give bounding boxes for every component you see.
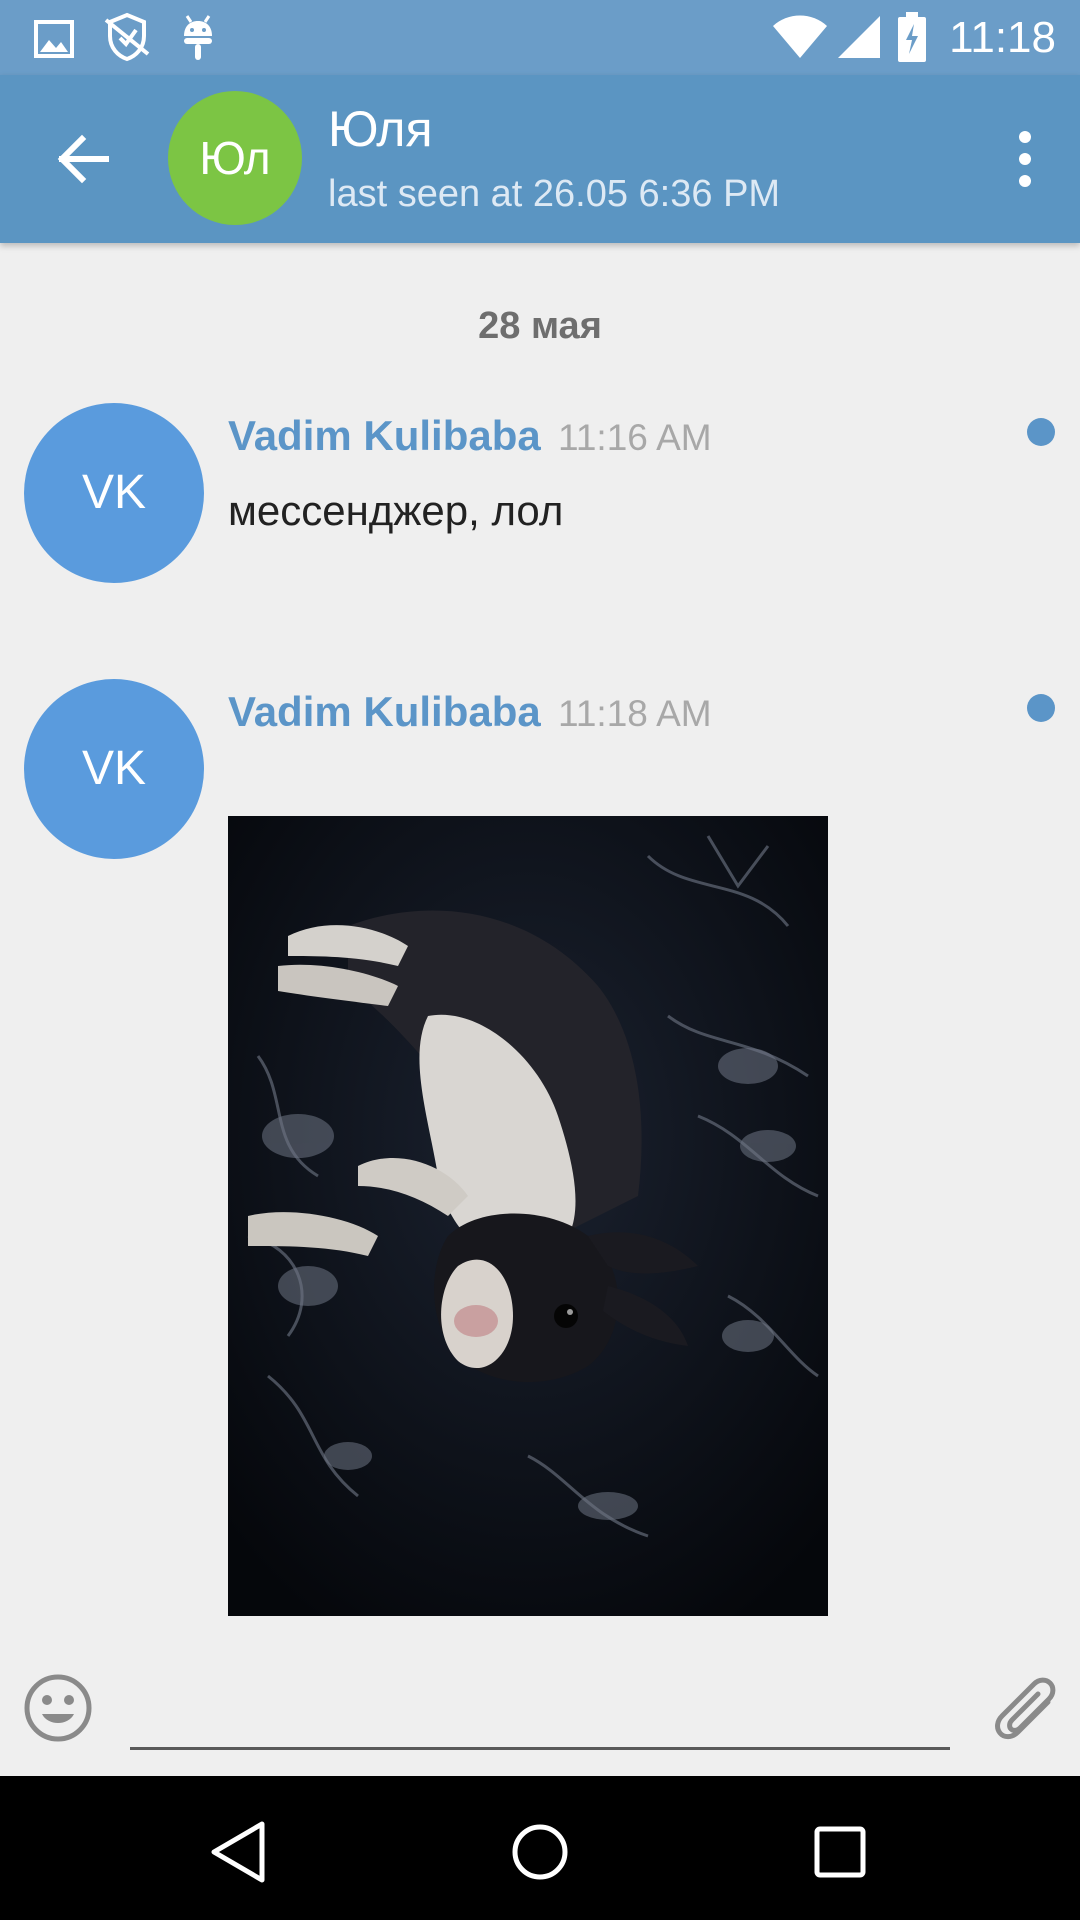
- chat-last-seen: last seen at 26.05 6:36 PM: [328, 173, 781, 215]
- message-input-bar: [0, 1640, 1080, 1776]
- status-bar: 11:18: [0, 0, 1080, 75]
- photo-dog-on-bed: [228, 816, 828, 1616]
- message-avatar[interactable]: VK: [24, 679, 204, 859]
- status-time: 11:18: [949, 13, 1056, 62]
- shield-icon: [104, 12, 150, 62]
- arrow-back-icon: [57, 134, 109, 184]
- chat-title[interactable]: Юля: [328, 101, 433, 157]
- date-divider: 28 мая: [478, 305, 602, 347]
- signal-icon: [838, 16, 880, 58]
- unread-indicator: [1027, 694, 1055, 722]
- nav-home-button[interactable]: [500, 1812, 580, 1892]
- nav-back-button[interactable]: [200, 1812, 280, 1892]
- attach-button[interactable]: [986, 1670, 1064, 1748]
- paperclip-icon: [995, 1677, 1056, 1740]
- navigation-bar: [0, 1776, 1080, 1920]
- back-button[interactable]: [40, 119, 130, 199]
- wifi-icon: [773, 15, 827, 58]
- battery-charging-icon: [898, 12, 926, 62]
- message-time: 11:16 AM: [558, 417, 712, 458]
- back-triangle-icon: [211, 1821, 265, 1883]
- android-icon: [184, 15, 212, 60]
- message-input[interactable]: [130, 1660, 950, 1750]
- message-photo[interactable]: [228, 816, 828, 1616]
- emoji-button[interactable]: [22, 1672, 94, 1744]
- more-vertical-icon: [1019, 131, 1031, 187]
- emoji-icon: [24, 1674, 92, 1742]
- message-avatar[interactable]: VK: [24, 403, 204, 583]
- chat-toolbar: Юл Юля last seen at 26.05 6:36 PM: [0, 75, 1080, 243]
- chat-avatar[interactable]: Юл: [168, 91, 302, 225]
- image-icon: [34, 20, 74, 58]
- nav-recents-button[interactable]: [800, 1812, 880, 1892]
- message-author[interactable]: Vadim Kulibaba: [228, 688, 541, 736]
- recents-square-icon: [814, 1826, 866, 1878]
- message-time: 11:18 AM: [558, 693, 712, 734]
- message-author[interactable]: Vadim Kulibaba: [228, 412, 541, 460]
- unread-indicator: [1027, 418, 1055, 446]
- message-text: мессенджер, лол: [228, 487, 564, 534]
- home-circle-icon: [512, 1824, 568, 1880]
- more-options-button[interactable]: [990, 119, 1060, 199]
